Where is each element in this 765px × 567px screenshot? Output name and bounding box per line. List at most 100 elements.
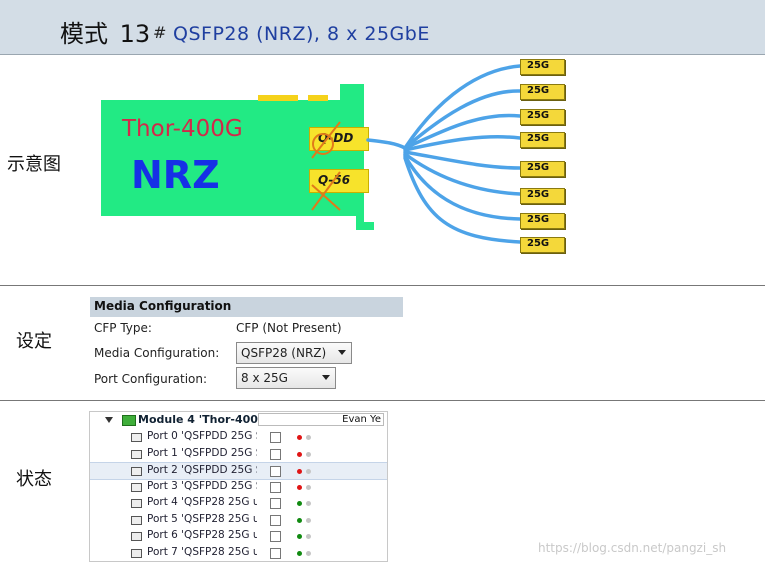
port-checkbox[interactable]: [270, 531, 281, 542]
card-title: Thor-400G: [122, 116, 243, 142]
port-checkbox[interactable]: [270, 514, 281, 526]
link-status-led: [297, 469, 302, 474]
cable-trunk: [366, 138, 407, 150]
link-status-led: [297, 534, 302, 539]
port-checkbox[interactable]: [270, 481, 281, 493]
port-icon: [131, 499, 142, 508]
tag-label: 25G: [527, 214, 550, 225]
activity-led: [306, 451, 311, 457]
header-bar: 模式 13 # QSFP28 (NRZ), 8 x 25GbE: [0, 0, 765, 55]
module-icon: [122, 415, 136, 426]
cable-strand: [403, 156, 522, 244]
port-label: Q-DD: [318, 131, 354, 145]
port-checkbox[interactable]: [270, 547, 281, 559]
breakout-tag: 25G: [520, 161, 565, 177]
hash-mark: #: [153, 23, 167, 42]
port-row[interactable]: Port 3 'QSFPDD 25G SR: [90, 479, 387, 495]
cfp-type-label: CFP Type:: [94, 321, 152, 335]
port-icon: [131, 515, 142, 525]
gold-finger: [258, 95, 298, 101]
activity-led: [306, 534, 311, 539]
port-label: Port 1 'QSFPDD 25G SR: [147, 446, 257, 459]
tag-label: 25G: [527, 85, 550, 96]
port-config-dropdown[interactable]: 8 x 25G: [236, 367, 336, 389]
cable-strand: [403, 113, 522, 150]
cable-strand: [403, 150, 522, 170]
port-row[interactable]: Port 0 'QSFPDD 25G SR: [90, 429, 387, 445]
port-icon: [131, 548, 142, 558]
tag-label: 25G: [527, 110, 550, 121]
port-row[interactable]: Port 2 'QSFPDD 25G SR: [90, 462, 387, 480]
port-row[interactable]: Port 1 'QSFPDD 25G SR: [90, 446, 387, 462]
breakout-tag: 25G: [520, 213, 565, 229]
cable-strand: [403, 89, 522, 150]
cfp-type-value: CFP (Not Present): [236, 321, 342, 335]
cable-strand: [403, 154, 522, 221]
activity-led: [306, 435, 311, 440]
port-config-label: Port Configuration:: [94, 372, 208, 386]
breakout-tag: 25G: [520, 59, 565, 75]
port-row[interactable]: Port 6 'QSFP28 25G unl: [90, 528, 387, 544]
port-row[interactable]: Port 5 'QSFP28 25G unl: [90, 512, 387, 528]
port-label: Port 5 'QSFP28 25G unl: [147, 512, 257, 525]
media-config-label: Media Configuration:: [94, 346, 220, 360]
port-checkbox[interactable]: [270, 466, 281, 477]
watermark: https://blog.csdn.net/pangzi_sh: [538, 541, 727, 555]
link-status-led: [297, 484, 302, 490]
port-config-selected: 8 x 25G: [241, 371, 288, 385]
port-label: Port 3 'QSFPDD 25G SR: [147, 479, 257, 492]
mode-number: 13: [119, 20, 151, 48]
cable-strand: [403, 64, 522, 150]
port-label: Port 6 'QSFP28 25G unl: [147, 529, 257, 541]
link-status-led: [297, 517, 302, 523]
activity-led: [306, 484, 311, 490]
port-status-tree: Module 4 'Thor-400G-7 Evan Ye Port 0 'QS…: [89, 411, 388, 562]
port-checkbox[interactable]: [270, 498, 281, 509]
module-label: Module 4 'Thor-400G-7: [138, 413, 258, 426]
port-row[interactable]: Port 4 'QSFP28 25G unl: [90, 495, 387, 511]
tag-label: 25G: [527, 133, 550, 144]
breakout-tag: 25G: [520, 188, 565, 204]
port-checkbox[interactable]: [270, 432, 281, 443]
card-bracket-foot: [356, 222, 374, 230]
media-config-title: Media Configuration: [94, 299, 232, 313]
tag-label: 25G: [527, 162, 550, 173]
link-status-led: [297, 550, 302, 556]
breakout-tag: 25G: [520, 84, 565, 100]
media-config-header: Media Configuration: [90, 297, 403, 317]
port-label: Port 2 'QSFPDD 25G SR: [147, 464, 257, 476]
activity-led: [306, 501, 311, 506]
breakout-tag: 25G: [520, 109, 565, 125]
breakout-tag: 25G: [520, 237, 565, 253]
activity-led: [306, 469, 311, 474]
mode-subtitle: QSFP28 (NRZ), 8 x 25GbE: [173, 23, 430, 45]
tag-label: 25G: [527, 238, 550, 249]
status-row-label: 状态: [16, 469, 52, 490]
mode-title: 模式 13: [60, 14, 150, 49]
divider-line: [0, 285, 765, 286]
link-status-led: [297, 451, 302, 457]
port-icon: [131, 532, 142, 541]
divider-line: [0, 400, 765, 401]
qdd-port: Q-DD: [309, 127, 369, 151]
chevron-down-icon: [338, 350, 346, 355]
port-label: Port 4 'QSFP28 25G unl: [147, 496, 257, 508]
module-row[interactable]: Module 4 'Thor-400G-7 Evan Ye: [90, 412, 387, 428]
port-checkbox[interactable]: [270, 448, 281, 460]
port-icon: [131, 433, 142, 442]
card-mode: NRZ: [131, 153, 220, 197]
breakout-cables: [366, 64, 522, 244]
gold-finger: [308, 95, 328, 101]
media-config-dropdown[interactable]: QSFP28 (NRZ): [236, 342, 352, 364]
activity-led: [306, 550, 311, 556]
chevron-down-icon: [322, 375, 330, 380]
settings-row-label: 设定: [16, 331, 52, 352]
q56-port: Q-56: [309, 169, 369, 193]
port-row[interactable]: Port 7 'QSFP28 25G unl: [90, 545, 387, 561]
port-icon: [131, 467, 142, 476]
cable-strand: [403, 152, 522, 196]
breakout-tag: 25G: [520, 132, 565, 148]
expand-triangle-icon[interactable]: [105, 417, 113, 423]
mode-label: 模式: [60, 20, 108, 48]
tag-label: 25G: [527, 189, 550, 200]
